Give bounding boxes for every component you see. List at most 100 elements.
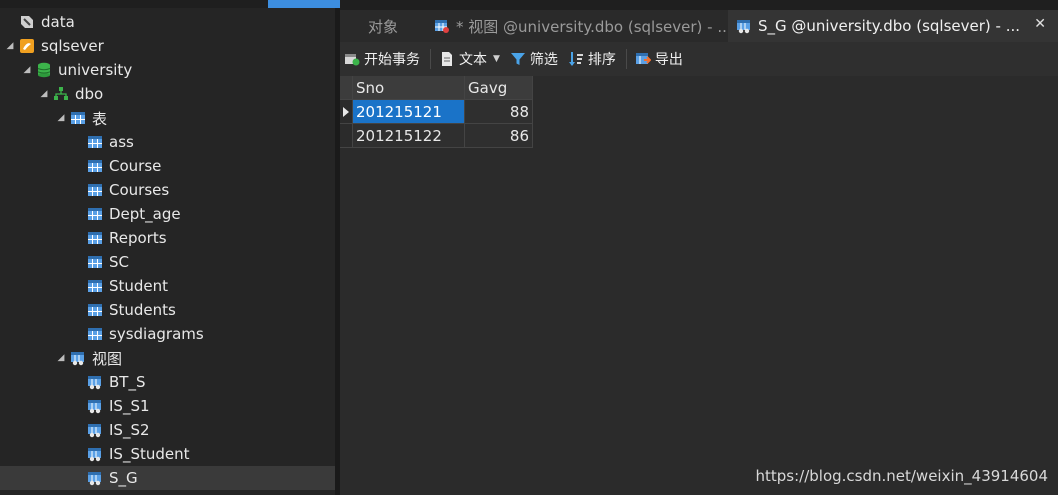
filter-button[interactable]: 筛选 — [506, 42, 564, 76]
table-row[interactable]: 201215122 86 — [340, 124, 533, 148]
export-icon — [635, 53, 651, 64]
tree-item-course[interactable]: Course — [0, 154, 335, 178]
tree-item-sc[interactable]: SC — [0, 250, 335, 274]
tree-item-ass[interactable]: ass — [0, 130, 335, 154]
server-icon — [19, 38, 35, 54]
tree-item-label: IS_Student — [109, 445, 190, 463]
table-cell[interactable]: 88 — [465, 100, 533, 124]
result-grid[interactable]: Sno Gavg 201215121 88 201215122 86 — [340, 76, 533, 148]
tree-item-label: data — [41, 13, 75, 31]
expand-toggle-icon[interactable]: ◢ — [4, 34, 16, 58]
tree-item-student[interactable]: Student — [0, 274, 335, 298]
watermark: https://blog.csdn.net/weixin_43914604 — [755, 467, 1048, 485]
tree-item-bt_s[interactable]: BT_S — [0, 370, 335, 394]
tree-item-label: Course — [109, 157, 162, 175]
database-icon — [36, 62, 52, 78]
transaction-icon — [345, 54, 360, 66]
tree-item-data[interactable]: data — [0, 10, 335, 34]
view-icon — [87, 446, 103, 462]
expand-toggle-icon[interactable]: ◢ — [38, 82, 50, 106]
sort-label: 排序 — [587, 52, 616, 68]
tree-item-label: Reports — [109, 229, 167, 247]
text-button[interactable]: 文本 ▼ — [435, 42, 506, 76]
tree-item-label: Dept_age — [109, 205, 181, 223]
tree-item-is_s2[interactable]: IS_S2 — [0, 418, 335, 442]
connection-icon — [19, 14, 35, 30]
view-result-pane: 对象 * 视图 @university.dbo (sqlsever) - ... — [340, 8, 1058, 495]
document-icon — [442, 52, 452, 66]
tree-item-表[interactable]: ◢ 表 — [0, 106, 335, 130]
tree-item-students[interactable]: Students — [0, 298, 335, 322]
table-icon — [87, 278, 103, 294]
toolbar-separator — [430, 49, 431, 69]
tree-item-label: 视图 — [92, 349, 123, 368]
row-indicator[interactable] — [340, 124, 353, 148]
table-cell[interactable]: 201215122 — [353, 124, 465, 148]
tree-item-courses[interactable]: Courses — [0, 178, 335, 202]
filter-label: 筛选 — [529, 52, 558, 68]
text-label: 文本 — [459, 52, 487, 68]
tree-item-dept_age[interactable]: Dept_age — [0, 202, 335, 226]
export-button[interactable]: 导出 — [631, 42, 689, 76]
tree-item-is_s1[interactable]: IS_S1 — [0, 394, 335, 418]
column-header-gavg[interactable]: Gavg — [465, 76, 533, 100]
tree-item-label: Students — [109, 301, 176, 319]
chevron-down-icon[interactable]: ▼ — [493, 54, 500, 64]
sort-button[interactable]: 排序 — [564, 42, 622, 76]
object-tree[interactable]: data ◢ sqlsever ◢ university ◢ dbo ◢ 表 ass Course C… — [0, 8, 335, 495]
table-icon — [87, 254, 103, 270]
tree-item-s_g[interactable]: S_G — [0, 466, 335, 490]
tab-objects[interactable]: 对象 — [340, 10, 426, 42]
view-design-icon — [435, 20, 449, 33]
table-icon — [87, 182, 103, 198]
table-row[interactable]: 201215121 88 — [340, 100, 533, 124]
filter-icon — [510, 53, 525, 65]
tree-item-sysdiagrams[interactable]: sysdiagrams — [0, 322, 335, 346]
tree-item-label: Courses — [109, 181, 170, 199]
tree-item-label: dbo — [75, 85, 104, 103]
view-icon — [87, 470, 103, 486]
expand-toggle-icon[interactable]: ◢ — [55, 346, 67, 370]
begin-transaction-button[interactable]: 开始事务 — [340, 42, 426, 76]
tree-item-label: university — [58, 61, 133, 79]
column-header-sno[interactable]: Sno — [353, 76, 465, 100]
tab-s-g-view[interactable]: S_G @university.dbo (sqlsever) - ... — [728, 10, 1058, 42]
row-header-corner — [340, 76, 353, 100]
tree-item-label: Student — [109, 277, 169, 295]
export-label: 导出 — [654, 52, 683, 68]
tab-label: 对象 — [367, 17, 398, 36]
table-icon — [87, 134, 103, 150]
tab-label: * 视图 @university.dbo (sqlsever) - ... — [456, 17, 728, 36]
tree-item-is_student[interactable]: IS_Student — [0, 442, 335, 466]
tree-item-dbo[interactable]: ◢ dbo — [0, 82, 335, 106]
tree-item-reports[interactable]: Reports — [0, 226, 335, 250]
close-icon[interactable]: ✕ — [1034, 16, 1046, 32]
view-icon — [87, 422, 103, 438]
tab-bar: 对象 * 视图 @university.dbo (sqlsever) - ... — [340, 8, 1058, 42]
view-icon — [70, 350, 86, 366]
tab-view-design[interactable]: * 视图 @university.dbo (sqlsever) - ... — [426, 10, 728, 42]
current-row-arrow-icon — [343, 106, 349, 117]
table-icon — [87, 230, 103, 246]
toolbar-separator — [625, 49, 627, 69]
tree-item-university[interactable]: ◢ university — [0, 58, 335, 82]
tree-item-sqlsever[interactable]: ◢ sqlsever — [0, 34, 335, 58]
table-cell[interactable]: 201215121 — [353, 100, 465, 124]
expand-toggle-icon[interactable]: ◢ — [21, 58, 33, 82]
row-indicator[interactable] — [340, 100, 353, 124]
schema-icon — [53, 86, 69, 102]
table-cell[interactable]: 86 — [465, 124, 533, 148]
tree-item-视图[interactable]: ◢ 视图 — [0, 346, 335, 370]
top-menu-strip — [0, 0, 1058, 8]
expand-toggle-icon[interactable]: ◢ — [55, 106, 67, 130]
